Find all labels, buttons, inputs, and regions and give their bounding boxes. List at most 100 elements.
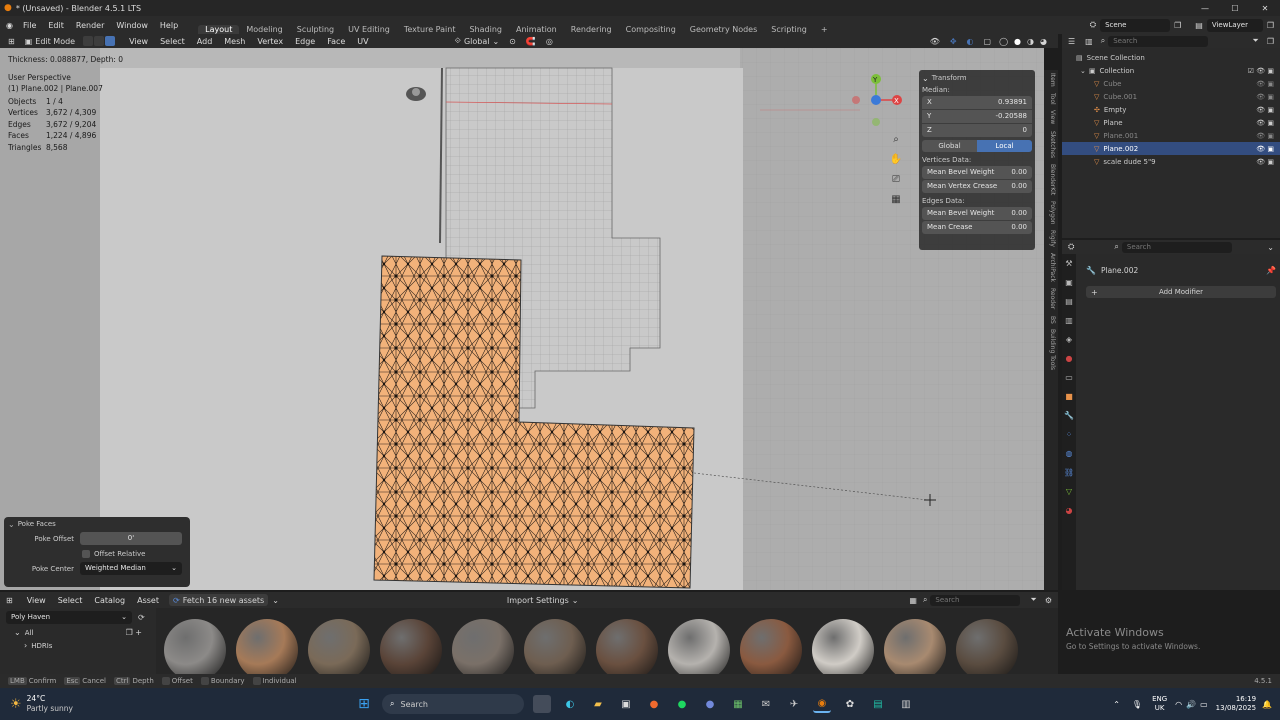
chevron-down-icon[interactable]: ⌄ [1267,243,1274,252]
tab-shading[interactable]: Shading [462,25,509,34]
vp-menu-face[interactable]: Face [321,37,351,46]
pivot-icon[interactable]: ⊙ [509,37,516,46]
physics-tab-icon[interactable]: ◍ [1066,444,1073,463]
maximize-button[interactable]: ☐ [1220,4,1250,13]
tab-modeling[interactable]: Modeling [239,25,289,34]
collection-tab-icon[interactable]: ▭ [1065,368,1073,387]
notification-bell-icon[interactable]: 🔔 [1262,700,1272,709]
material-thumbnail[interactable] [956,619,1018,674]
xray-toggle-icon[interactable]: ▢ [984,37,992,46]
outliner-editor-icon[interactable]: ☰ [1068,37,1075,46]
display-mode-icon[interactable]: ▥ [1085,37,1093,46]
constraints-tab-icon[interactable]: ⛓ [1064,463,1074,482]
vertex-select-icon[interactable] [83,36,94,46]
operator-panel-header[interactable]: ⌄ Poke Faces [4,517,190,531]
orientation-dropdown[interactable]: ⟐ Global ⌄ [455,36,500,46]
particles-tab-icon[interactable]: ⁘ [1066,425,1073,444]
properties-search-input[interactable]: Search [1121,241,1232,253]
blender-menu-icon[interactable]: ◉ [6,21,13,30]
display-mode-icon[interactable]: ▦ [909,596,917,605]
tab-item[interactable]: Item [1046,73,1056,87]
discord-icon[interactable]: ● [701,695,719,713]
material-thumbnail[interactable] [812,619,874,674]
material-thumbnail[interactable] [236,619,298,674]
language-indicator[interactable]: ENG UK [1152,695,1167,713]
edge-select-icon[interactable] [94,36,105,46]
outliner-item-scale-dude[interactable]: ▽ scale dude 5"9 👁 ▣ [1062,155,1280,168]
visibility-icon[interactable]: 👁 ▣ [1256,119,1274,127]
filter-icon[interactable]: ⏷ [1252,36,1258,46]
poke-center-dropdown[interactable]: Weighted Median ⌄ [80,562,182,575]
notepad-icon[interactable]: ▤ [869,695,887,713]
tab-reoder[interactable]: Reoder [1046,288,1056,309]
global-button[interactable]: Global [922,139,977,152]
material-thumbnail[interactable] [308,619,370,674]
visibility-icon[interactable]: 👁 ▣ [1256,158,1274,166]
steam-icon[interactable]: ✈ [785,695,803,713]
new-catalog-icon[interactable]: ❐ + [126,628,142,637]
catalog-hdris[interactable]: › HDRIs [0,639,156,652]
asset-search-input[interactable]: Search [930,594,1021,606]
overlay-toggle-icon[interactable]: ◐ [967,37,974,46]
asset-menu-select[interactable]: Select [52,596,89,605]
tray-chevron-up-icon[interactable]: ⌃ [1113,700,1120,709]
viewport-canvas[interactable]: X Y [0,48,1044,590]
chatgpt-icon[interactable]: ✿ [841,695,859,713]
tab-rendering[interactable]: Rendering [564,25,619,34]
windows-start-icon[interactable]: ⊞ [355,695,373,713]
tab-layout[interactable]: Layout [198,25,240,34]
pin-icon[interactable]: 📌 [1266,266,1276,275]
view-layer-icon[interactable]: ▤ [1195,21,1203,30]
wifi-icon[interactable]: ◠ [1175,700,1182,709]
gizmo-toggle-icon[interactable]: ✥ [950,37,957,46]
tab-rigify[interactable]: Rigify [1046,230,1056,247]
taskbar-search-box[interactable]: ⌕ Search [382,694,524,714]
firefox-icon[interactable]: ● [645,695,663,713]
visibility-icon[interactable]: 👁 ▣ [1256,80,1274,88]
scene-tab-icon[interactable]: ◈ [1066,330,1072,349]
outliner-item-plane[interactable]: ▽ Plane 👁 ▣ [1062,116,1280,129]
clock[interactable]: 16:19 13/08/2025 [1216,695,1256,713]
calculator-icon[interactable]: ▥ [897,695,915,713]
face-select-icon[interactable] [105,36,116,46]
volume-icon[interactable]: 🔊 [1186,700,1196,709]
vp-menu-mesh[interactable]: Mesh [218,37,251,46]
zoom-icon[interactable]: ⌕ [889,130,903,150]
add-workspace-button[interactable]: + [814,25,835,34]
chevron-down-icon[interactable]: ⌄ [272,596,279,605]
material-thumbnail[interactable] [164,619,226,674]
tab-geometry-nodes[interactable]: Geometry Nodes [683,25,764,34]
vp-menu-edge[interactable]: Edge [289,37,321,46]
battery-icon[interactable]: ▭ [1200,700,1208,709]
tab-sculpting[interactable]: Sculpting [290,25,341,34]
material-thumbnail[interactable] [380,619,442,674]
visibility-icon[interactable]: 👁 ▣ [1256,132,1274,140]
mail-icon[interactable]: ✉ [757,695,775,713]
settings-gear-icon[interactable]: ⚙ [1045,596,1052,605]
close-window-button[interactable]: ✕ [1250,4,1280,13]
render-tab-icon[interactable]: ▣ [1065,273,1073,292]
blender-taskbar-icon[interactable]: ◉ [813,695,831,713]
outliner-item-empty[interactable]: ✣ Empty 👁 ▣ [1062,103,1280,116]
world-tab-icon[interactable]: ● [1066,349,1073,368]
tab-animation[interactable]: Animation [509,25,564,34]
wireframe-shading-icon[interactable]: ◯ [999,37,1008,46]
mode-selector[interactable]: ▣ Edit Mode [25,37,75,46]
material-thumbnail[interactable] [524,619,586,674]
view-layer-tab-icon[interactable]: ▥ [1065,311,1073,330]
material-thumbnail[interactable] [740,619,802,674]
tab-blenderkit[interactable]: BlenderKit [1046,164,1056,195]
material-thumbnail[interactable] [668,619,730,674]
file-explorer-icon[interactable]: ▰ [589,695,607,713]
new-view-layer-icon[interactable]: ❐ [1267,21,1274,30]
data-tab-icon[interactable]: ▽ [1066,482,1072,501]
proportional-edit-icon[interactable]: ◎ [546,37,553,46]
vp-menu-view[interactable]: View [123,37,154,46]
material-tab-icon[interactable]: ◕ [1066,501,1073,520]
view-layer-field[interactable]: ViewLayer [1206,18,1263,32]
snap-icon[interactable]: 🧲 [526,37,536,46]
spotify-icon[interactable]: ● [673,695,691,713]
add-modifier-button[interactable]: + Add Modifier [1086,286,1276,298]
refresh-icon[interactable]: ⟳ [138,613,145,622]
asset-menu-asset[interactable]: Asset [131,596,165,605]
